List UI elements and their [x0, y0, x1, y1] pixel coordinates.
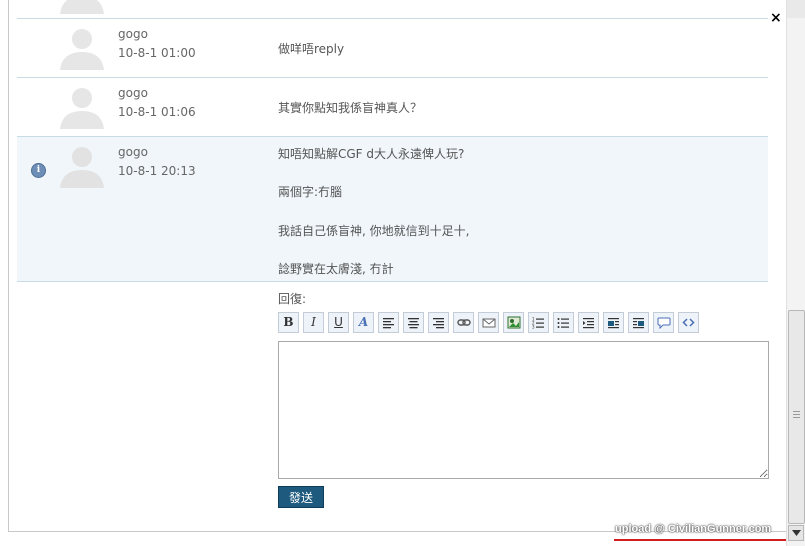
post-row: gogo 10-8-1 01:06 其實你點知我係盲神真人？	[17, 78, 768, 137]
scroll-up-button[interactable]	[787, 0, 805, 18]
send-button[interactable]: 發送	[278, 486, 324, 508]
align-left-icon[interactable]	[378, 312, 399, 333]
link-icon[interactable]	[453, 312, 474, 333]
font-color-icon[interactable]: A	[353, 312, 374, 333]
post-message-line: 我話自己係盲神, 你地就信到十足十,	[278, 224, 470, 238]
avatar	[60, 147, 104, 188]
underline-icon[interactable]: U	[328, 312, 349, 333]
unordered-list-icon[interactable]	[553, 312, 574, 333]
avatar	[60, 0, 104, 14]
post-row-partial	[17, 0, 768, 19]
reply-label: 回復:	[278, 292, 307, 306]
watermark-underline	[614, 539, 786, 541]
post-author[interactable]: gogo	[118, 86, 148, 100]
post-message-line: 諗野實在太膚淺, 冇計	[278, 262, 394, 276]
post-message-line: 兩個字:冇腦	[278, 185, 343, 199]
post-row: gogo 10-8-1 01:00 做咩唔reply	[17, 19, 768, 78]
panel-left-border	[8, 0, 9, 532]
svg-text:3: 3	[532, 325, 535, 330]
post-row-highlighted: i gogo 10-8-1 20:13 知唔知點解CGF d大人永遠俾人玩? 兩…	[17, 137, 768, 282]
thread-panel: gogo 10-8-1 01:00 做咩唔reply gogo 10-8-1 0…	[0, 0, 786, 546]
chevron-down-icon	[791, 530, 801, 536]
email-icon[interactable]	[478, 312, 499, 333]
reply-textarea[interactable]	[278, 341, 769, 479]
align-right-icon[interactable]	[428, 312, 449, 333]
post-message-line: 知唔知點解CGF d大人永遠俾人玩?	[278, 147, 465, 161]
float-right-icon[interactable]	[628, 312, 649, 333]
align-center-icon[interactable]	[403, 312, 424, 333]
avatar	[60, 88, 104, 129]
image-icon[interactable]	[503, 312, 524, 333]
quote-icon[interactable]	[653, 312, 674, 333]
close-icon[interactable]: ×	[770, 10, 782, 26]
bold-icon[interactable]: B	[278, 312, 299, 333]
float-left-icon[interactable]	[603, 312, 624, 333]
post-message: 其實你點知我係盲神真人？	[278, 101, 423, 115]
post-time: 10-8-1 01:00	[118, 46, 196, 60]
post-time: 10-8-1 01:06	[118, 105, 196, 119]
info-icon: i	[31, 163, 46, 178]
watermark: upload @ CivilianGunner.com	[615, 523, 772, 535]
post-message: 做咩唔reply	[278, 42, 345, 56]
ordered-list-icon[interactable]: 123	[528, 312, 549, 333]
italic-icon[interactable]: I	[303, 312, 324, 333]
scroll-thumb[interactable]	[788, 310, 805, 524]
indent-icon[interactable]	[578, 312, 599, 333]
avatar	[60, 29, 104, 70]
vertical-scrollbar[interactable]	[786, 0, 805, 546]
code-icon[interactable]	[678, 312, 699, 333]
scroll-down-button[interactable]	[788, 525, 804, 541]
scroll-grip-icon	[793, 411, 800, 420]
post-time: 10-8-1 20:13	[118, 164, 196, 178]
post-author[interactable]: gogo	[118, 27, 148, 41]
post-author[interactable]: gogo	[118, 145, 148, 159]
